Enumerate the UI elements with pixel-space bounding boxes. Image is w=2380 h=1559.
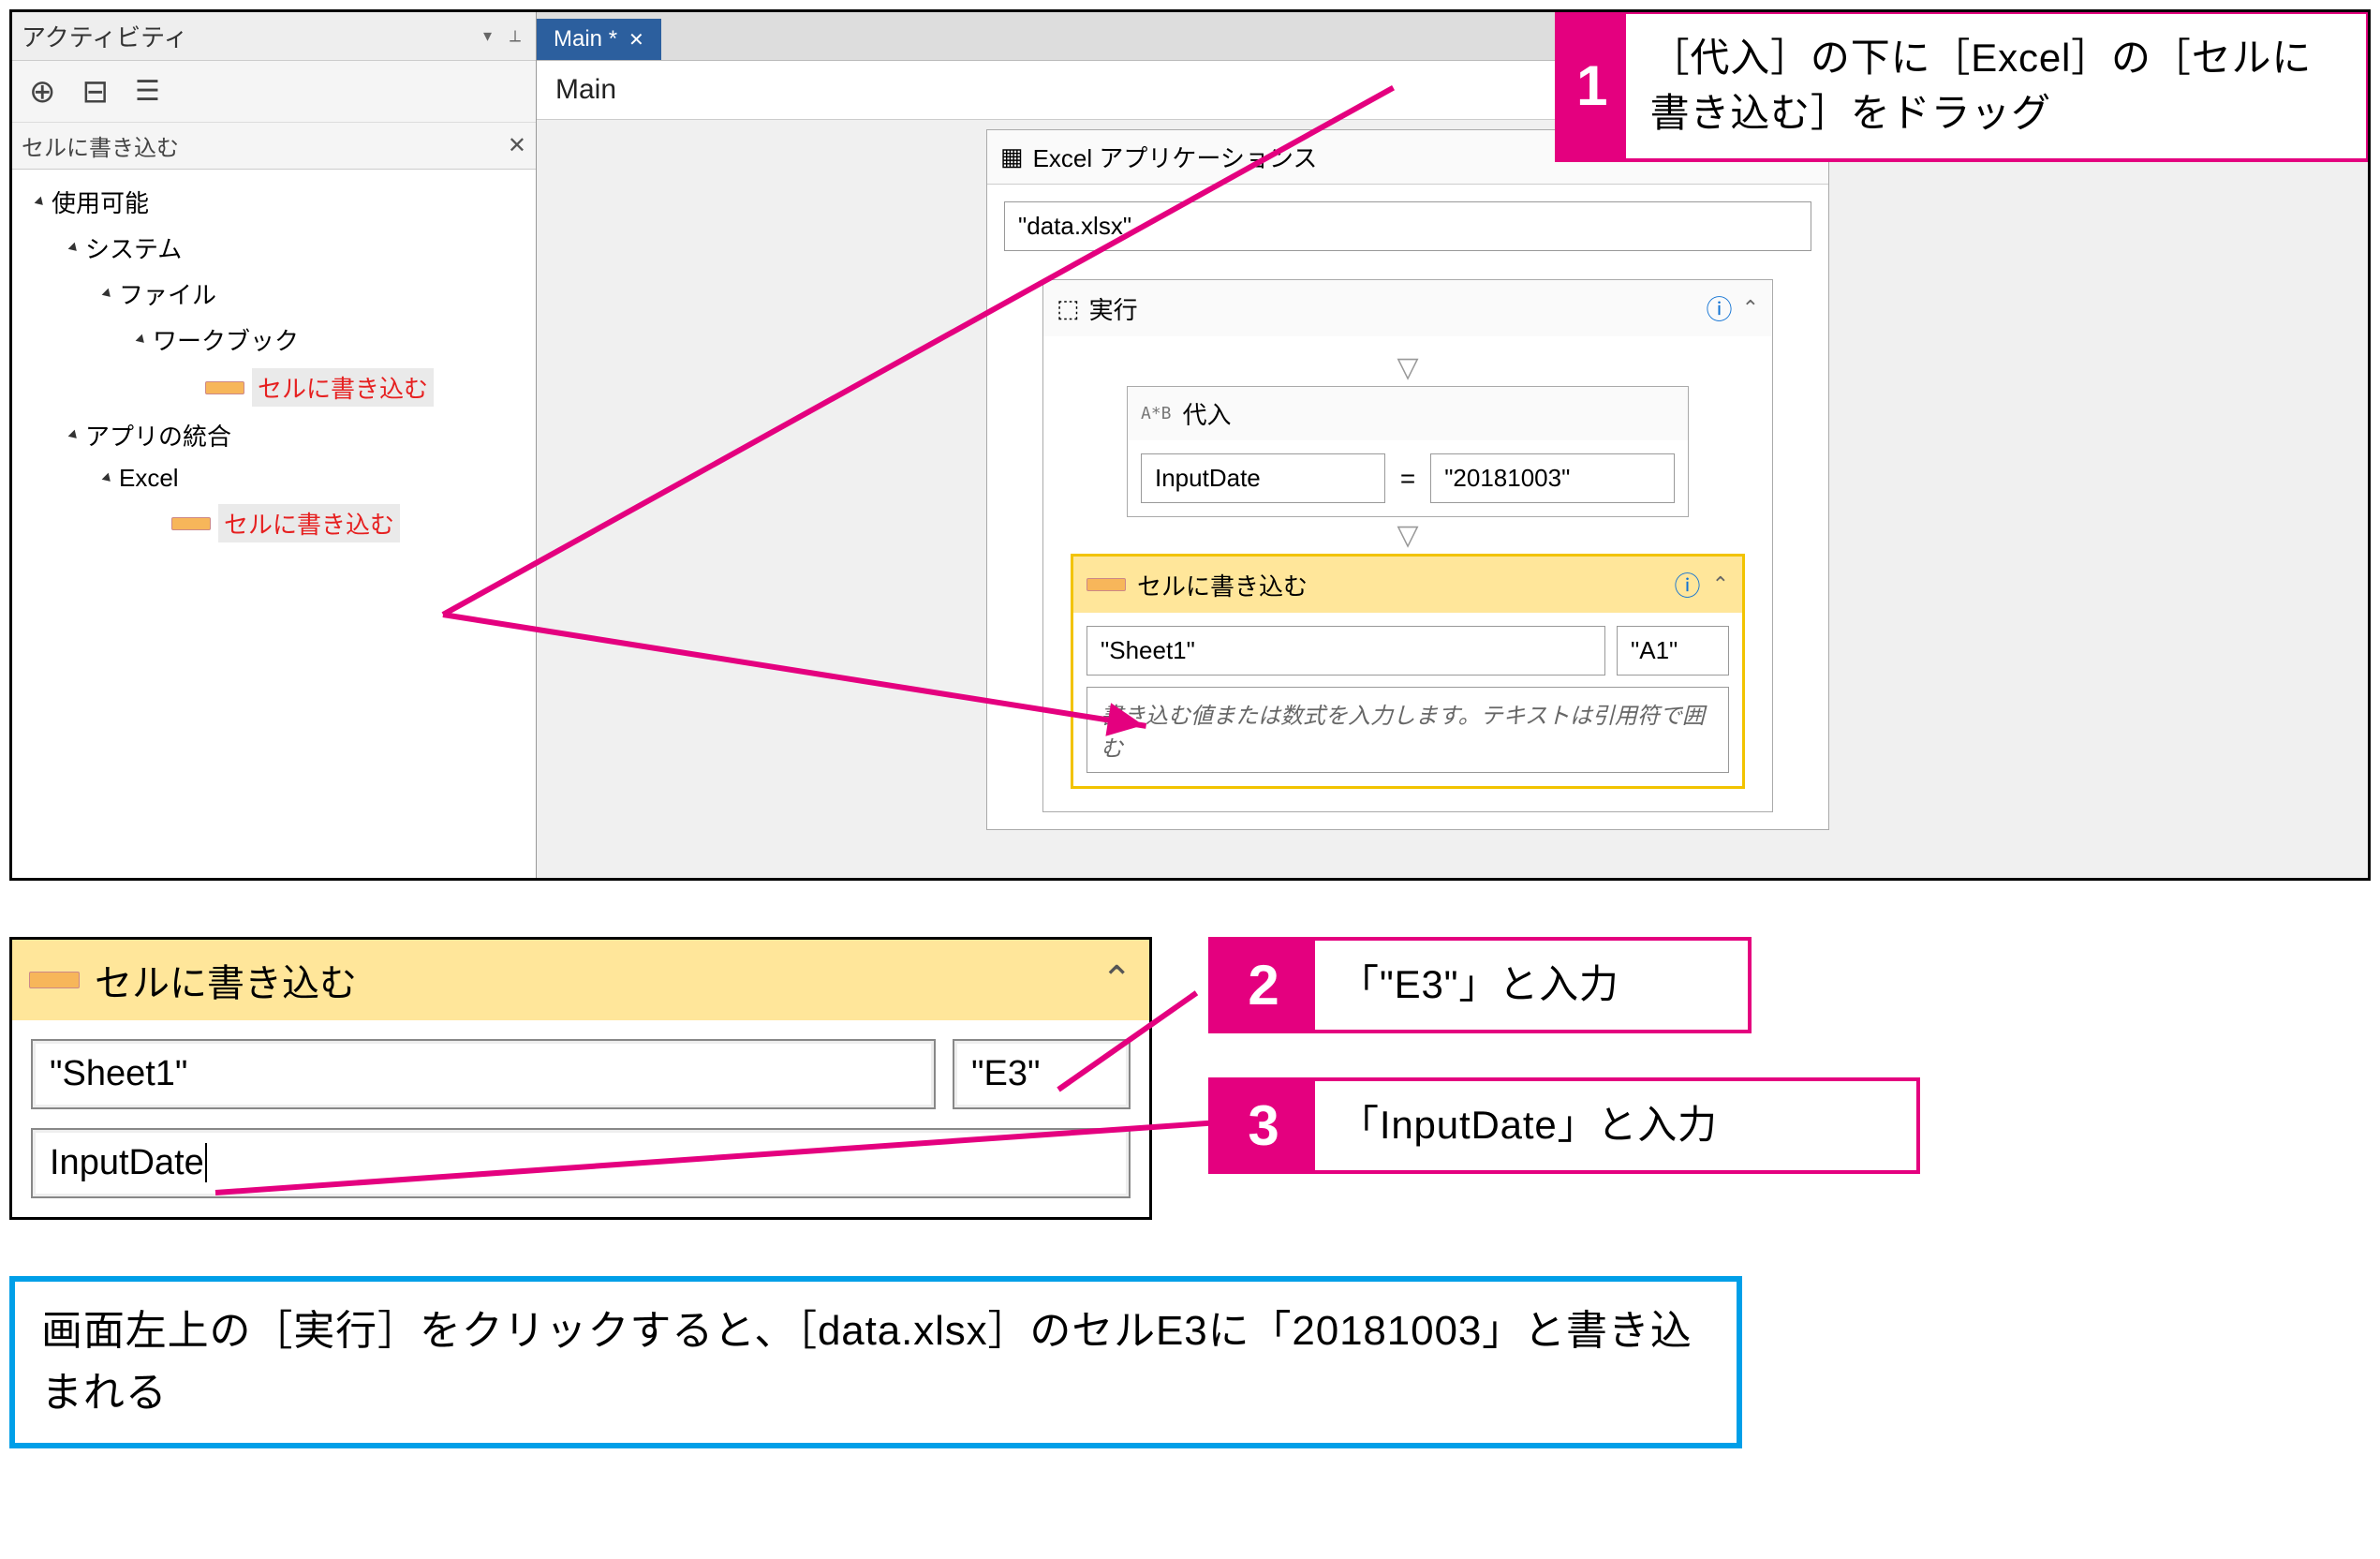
close-tab-icon[interactable]: ✕ xyxy=(628,28,644,52)
assign-value-input[interactable]: "20181003" xyxy=(1430,453,1675,503)
detail-cell-input[interactable]: "E3" xyxy=(953,1039,1131,1109)
sheet-input[interactable]: "Sheet1" xyxy=(1087,626,1605,676)
write-cell-detail-title: セルに書き込む xyxy=(95,953,357,1007)
callout-number: 3 xyxy=(1212,1081,1315,1170)
tab-main[interactable]: Main * ✕ xyxy=(537,19,661,60)
tree-excel[interactable]: Excel xyxy=(18,458,530,498)
write-cell-activity[interactable]: セルに書き込む ⓘ ⌃ "Sheet1" "A1" xyxy=(1071,554,1745,789)
tree-write-cell-2[interactable]: セルに書き込む xyxy=(18,498,530,548)
top-screenshot: アクティビティ ▾ ⟂ ⊕ ⊟ ☰ セルに書き込む ✕ 使用可能 システム ファ… xyxy=(9,9,2371,881)
callout-2: 2 「"E3"」と入力 xyxy=(1208,937,1752,1033)
tree-root[interactable]: 使用可能 xyxy=(18,179,530,225)
activities-panel: アクティビティ ▾ ⟂ ⊕ ⊟ ☰ セルに書き込む ✕ 使用可能 システム ファ… xyxy=(12,12,537,878)
assign-activity[interactable]: A*B 代入 InputDate = "20181003" xyxy=(1127,386,1689,517)
lower-section: セルに書き込む ⌃ "Sheet1" "E3" InputDate 2 「"E3… xyxy=(9,937,2371,1448)
sequence-title: 実行 xyxy=(1089,291,1138,326)
callout-text: ［代入］の下に［Excel］の［セルに書き込む］をドラッグ xyxy=(1626,14,2366,158)
tab-label: Main * xyxy=(554,26,617,52)
equals-label: = xyxy=(1400,464,1415,494)
info-icon[interactable]: ⓘ xyxy=(1675,566,1701,603)
activity-icon xyxy=(205,381,244,394)
do-sequence[interactable]: ⬚ 実行 ⓘ ⌃ ▽ A*B 代入 xyxy=(1042,279,1773,812)
scope-title: Excel アプリケーションス xyxy=(1033,140,1318,174)
arrow-head-icon xyxy=(1105,703,1146,742)
info-note: 画面左上の［実行］をクリックすると、［data.xlsx］のセルE3に「2018… xyxy=(9,1276,1742,1448)
workbook-path-input[interactable]: "data.xlsx" xyxy=(1004,201,1811,251)
scope-icon: ▦ xyxy=(1000,142,1024,171)
tree-workbook[interactable]: ワークブック xyxy=(18,317,530,363)
panel-options-icon[interactable]: ▾ xyxy=(483,26,500,46)
sequence-icon: ⬚ xyxy=(1057,294,1080,323)
connector-icon: ▽ xyxy=(1070,349,1746,386)
callout-3: 3 「InputDate」と入力 xyxy=(1208,1077,1920,1174)
callout-number: 2 xyxy=(1212,941,1315,1030)
assign-to-input[interactable]: InputDate xyxy=(1141,453,1385,503)
activity-icon xyxy=(29,972,80,988)
clear-search-icon[interactable]: ✕ xyxy=(508,132,526,159)
collapse-icon[interactable]: ⌃ xyxy=(1712,572,1729,597)
collapse-icon[interactable]: ⌃ xyxy=(1742,296,1759,320)
cell-input[interactable]: "A1" xyxy=(1617,626,1729,676)
pin-icon[interactable]: ⟂ xyxy=(510,26,526,46)
info-icon[interactable]: ⓘ xyxy=(1707,290,1733,327)
tree-file[interactable]: ファイル xyxy=(18,271,530,317)
connector-icon: ▽ xyxy=(1070,517,1746,554)
detail-sheet-input[interactable]: "Sheet1" xyxy=(31,1039,936,1109)
assign-title: 代入 xyxy=(1183,396,1232,431)
activity-icon xyxy=(1087,578,1126,591)
tree-write-cell-1[interactable]: セルに書き込む xyxy=(18,363,530,412)
filter-icon[interactable]: ☰ xyxy=(135,75,160,108)
callout-1: 1 ［代入］の下に［Excel］の［セルに書き込む］をドラッグ xyxy=(1555,10,2370,162)
tree-system[interactable]: システム xyxy=(18,225,530,271)
callout-text: 「InputDate」と入力 xyxy=(1315,1081,1742,1170)
workflow-canvas[interactable]: ▦ Excel アプリケーションス "data.xlsx" ⬚ 実行 ⓘ ⌃ xyxy=(537,120,2368,878)
callout-text: 「"E3"」と入力 xyxy=(1315,941,1644,1030)
assign-icon: A*B xyxy=(1141,404,1172,423)
write-cell-detail: セルに書き込む ⌃ "Sheet1" "E3" InputDate xyxy=(9,937,1152,1220)
search-text: セルに書き込む xyxy=(22,129,179,162)
activities-panel-header: アクティビティ ▾ ⟂ xyxy=(12,12,536,61)
activities-toolbar: ⊕ ⊟ ☰ xyxy=(12,61,536,123)
callout-number: 1 xyxy=(1559,14,1626,158)
collapse-icon[interactable]: ⌃ xyxy=(1101,958,1132,1002)
activities-panel-title: アクティビティ xyxy=(22,19,188,53)
collapse-icon[interactable]: ⊟ xyxy=(82,73,110,111)
activities-search[interactable]: セルに書き込む ✕ xyxy=(12,123,536,170)
activity-icon xyxy=(171,517,211,530)
tree-integration[interactable]: アプリの統合 xyxy=(18,412,530,458)
activities-tree: 使用可能 システム ファイル ワークブック セルに書き込む アプリの統合 Exc… xyxy=(12,170,536,878)
expand-icon[interactable]: ⊕ xyxy=(29,73,56,111)
value-input-placeholder[interactable]: 書き込む値または数式を入力します。テキストは引用符で囲む xyxy=(1087,687,1729,773)
write-cell-title: セルに書き込む xyxy=(1137,568,1308,602)
